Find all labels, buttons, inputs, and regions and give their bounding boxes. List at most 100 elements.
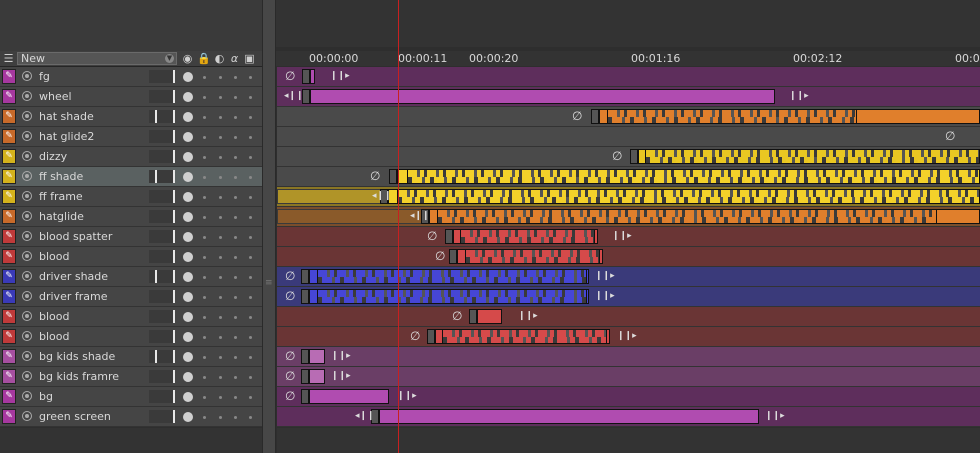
alpha-dot[interactable] bbox=[234, 136, 237, 139]
layer-toggle-icon[interactable] bbox=[22, 291, 32, 301]
frame-dot[interactable] bbox=[249, 416, 252, 419]
clip-bar[interactable] bbox=[477, 309, 502, 324]
layer-track[interactable]: ◂❙❙ ❙❙▸ bbox=[277, 407, 980, 427]
keyframe-strip[interactable] bbox=[442, 329, 607, 344]
layer-row[interactable]: ✎ blood bbox=[0, 307, 262, 327]
disabled-icon[interactable]: ∅ bbox=[285, 290, 295, 303]
clip-start-handle[interactable] bbox=[301, 269, 309, 284]
layer-toggle-icon[interactable] bbox=[22, 151, 32, 161]
lock-dot[interactable] bbox=[203, 116, 206, 119]
layer-toggle-icon[interactable] bbox=[22, 371, 32, 381]
layer-opacity-slider[interactable] bbox=[149, 350, 175, 363]
solo-dot[interactable] bbox=[219, 136, 222, 139]
visibility-dot[interactable] bbox=[183, 132, 193, 142]
layer-row[interactable]: ✎ hat shade bbox=[0, 107, 262, 127]
extend-right-icon[interactable]: ❙❙▸ bbox=[617, 330, 637, 343]
layer-opacity-slider[interactable] bbox=[149, 270, 175, 283]
lock-dot[interactable] bbox=[203, 316, 206, 319]
layer-track[interactable]: ∅ bbox=[277, 127, 980, 147]
lock-dot[interactable] bbox=[203, 96, 206, 99]
layer-color-tag-icon[interactable]: ✎ bbox=[2, 289, 16, 304]
layer-color-tag-icon[interactable]: ✎ bbox=[2, 349, 16, 364]
layer-opacity-slider[interactable] bbox=[149, 330, 175, 343]
clip-bar[interactable] bbox=[309, 389, 389, 404]
solo-dot[interactable] bbox=[219, 236, 222, 239]
layer-opacity-slider[interactable] bbox=[149, 390, 175, 403]
playhead[interactable] bbox=[398, 0, 399, 453]
layer-toggle-icon[interactable] bbox=[22, 131, 32, 141]
visibility-dot[interactable] bbox=[183, 112, 193, 122]
layer-track[interactable]: ∅ ❙❙▸ bbox=[277, 307, 980, 327]
keyframe-strip[interactable] bbox=[437, 209, 937, 224]
layer-row[interactable]: ✎ hatglide bbox=[0, 207, 262, 227]
extend-left-icon[interactable]: ◂❙❙ bbox=[410, 210, 430, 223]
alpha-dot[interactable] bbox=[234, 156, 237, 159]
layer-color-tag-icon[interactable]: ✎ bbox=[2, 69, 16, 84]
solo-dot[interactable] bbox=[219, 196, 222, 199]
layer-color-tag-icon[interactable]: ✎ bbox=[2, 229, 16, 244]
layer-track[interactable]: ∅ ❙❙▸ bbox=[277, 67, 980, 87]
extend-left-icon[interactable]: ◂❙❙ bbox=[372, 190, 392, 203]
layer-track[interactable]: ∅ bbox=[277, 247, 980, 267]
layer-row[interactable]: ✎ hat glide2 bbox=[0, 127, 262, 147]
solo-dot[interactable] bbox=[219, 156, 222, 159]
clip-start-handle[interactable] bbox=[449, 249, 457, 264]
layer-color-tag-icon[interactable]: ✎ bbox=[2, 409, 16, 424]
alpha-dot[interactable] bbox=[234, 416, 237, 419]
lock-icon[interactable]: 🔒 bbox=[197, 52, 211, 65]
layer-color-tag-icon[interactable]: ✎ bbox=[2, 369, 16, 384]
layer-toggle-icon[interactable] bbox=[22, 191, 32, 201]
lock-dot[interactable] bbox=[203, 256, 206, 259]
layer-toggle-icon[interactable] bbox=[22, 271, 32, 281]
new-layer-name-input[interactable]: New ▼ bbox=[17, 52, 177, 65]
layer-toggle-icon[interactable] bbox=[22, 391, 32, 401]
visibility-dot[interactable] bbox=[183, 272, 193, 282]
layer-color-tag-icon[interactable]: ✎ bbox=[2, 329, 16, 344]
layer-toggle-icon[interactable] bbox=[22, 311, 32, 321]
frame-dot[interactable] bbox=[249, 336, 252, 339]
visibility-dot[interactable] bbox=[183, 172, 193, 182]
frame-dot[interactable] bbox=[249, 296, 252, 299]
extend-right-icon[interactable]: ❙❙▸ bbox=[765, 410, 785, 423]
extend-right-icon[interactable]: ❙❙▸ bbox=[330, 70, 350, 83]
layer-row[interactable]: ✎ driver frame bbox=[0, 287, 262, 307]
extend-right-icon[interactable]: ❙❙▸ bbox=[595, 290, 615, 303]
bulb-icon[interactable]: ◐ bbox=[213, 52, 226, 65]
clip-start-handle[interactable] bbox=[302, 69, 310, 84]
layer-row[interactable]: ✎ ff frame bbox=[0, 187, 262, 207]
clip-bar[interactable] bbox=[309, 369, 325, 384]
layer-opacity-slider[interactable] bbox=[149, 110, 175, 123]
layer-row[interactable]: ✎ green screen bbox=[0, 407, 262, 427]
solo-dot[interactable] bbox=[219, 396, 222, 399]
disabled-icon[interactable]: ∅ bbox=[285, 390, 295, 403]
solo-dot[interactable] bbox=[219, 96, 222, 99]
lock-dot[interactable] bbox=[203, 356, 206, 359]
frame-dot[interactable] bbox=[249, 216, 252, 219]
layers-icon[interactable]: ☰ bbox=[2, 52, 15, 65]
layer-color-tag-icon[interactable]: ✎ bbox=[2, 189, 16, 204]
clip-bar[interactable] bbox=[310, 89, 775, 104]
keyframe-strip[interactable] bbox=[407, 169, 980, 184]
layer-row[interactable]: ✎ wheel bbox=[0, 87, 262, 107]
layer-row[interactable]: ✎ blood bbox=[0, 247, 262, 267]
panel-splitter[interactable] bbox=[262, 0, 276, 453]
lock-dot[interactable] bbox=[203, 376, 206, 379]
time-ruler[interactable]: 00:00:00 00:00:11 00:00:20 00:01:16 00:0… bbox=[276, 51, 980, 66]
keyframe-strip[interactable] bbox=[460, 229, 595, 244]
extend-right-icon[interactable]: ❙❙▸ bbox=[789, 90, 809, 103]
alpha-dot[interactable] bbox=[234, 116, 237, 119]
extend-left-icon[interactable]: ◂❙❙ bbox=[355, 410, 375, 423]
solo-dot[interactable] bbox=[219, 416, 222, 419]
keyframe-strip[interactable] bbox=[645, 149, 980, 164]
alpha-dot[interactable] bbox=[234, 336, 237, 339]
layer-toggle-icon[interactable] bbox=[22, 351, 32, 361]
visibility-dot[interactable] bbox=[183, 92, 193, 102]
frame-dot[interactable] bbox=[249, 96, 252, 99]
frame-dot[interactable] bbox=[249, 376, 252, 379]
lock-dot[interactable] bbox=[203, 276, 206, 279]
disabled-icon[interactable]: ∅ bbox=[410, 330, 420, 343]
lock-dot[interactable] bbox=[203, 236, 206, 239]
frame-dot[interactable] bbox=[249, 76, 252, 79]
visibility-dot[interactable] bbox=[183, 72, 193, 82]
alpha-dot[interactable] bbox=[234, 396, 237, 399]
